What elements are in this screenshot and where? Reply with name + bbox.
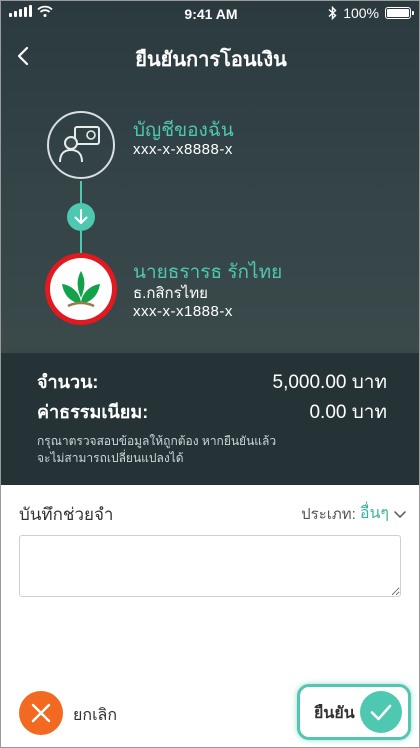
status-right: 100% <box>328 5 414 21</box>
amount-label: จำนวน: <box>37 372 99 392</box>
status-bar: 9:41 AM 100% <box>1 1 419 27</box>
fee-row: ค่าธรรมเนียม: 0.00 บาท <box>37 397 387 426</box>
account-card-icon <box>47 111 115 179</box>
connector-line-top <box>80 181 82 203</box>
note-line-2: จะไม่สามารถเปลี่ยนแปลงได้ <box>37 451 184 465</box>
warning-note: กรุณาตรวจสอบข้อมูลให้ถูกต้อง หากยืนยันแล… <box>37 433 397 467</box>
bluetooth-icon <box>328 6 337 20</box>
confirm-button[interactable]: ยืนยัน <box>297 684 411 740</box>
memo-label: บันทึกช่วยจำ <box>19 505 114 524</box>
confirm-label: ยืนยัน <box>314 705 355 722</box>
check-circle <box>360 691 402 733</box>
chevron-down-icon <box>394 510 406 518</box>
battery-percent: 100% <box>343 5 379 21</box>
amount-value: 5,000.00 บาท <box>272 372 388 393</box>
note-line-1: กรุณาตรวจสอบข้อมูลให้ถูกต้อง หากยืนยันแล… <box>37 434 277 448</box>
cancel-button[interactable] <box>19 691 63 735</box>
memo-type-select[interactable]: ประเภท: อื่นๆ <box>301 501 407 526</box>
close-icon <box>31 703 51 723</box>
arrow-down-icon <box>67 203 95 231</box>
amount-row: จำนวน: 5,000.00 บาท <box>37 367 387 396</box>
memo-type-value: อื่นๆ <box>359 505 389 522</box>
memo-input[interactable] <box>19 535 401 597</box>
page-title: ยืนยันการโอนเงิน <box>135 49 287 71</box>
kbank-logo <box>45 253 117 325</box>
check-icon <box>370 704 392 721</box>
to-account-number: xxx-x-x1888-x <box>133 303 233 320</box>
screen: 9:41 AM 100% ยืนยันการโอนเงิน บัญชีของฉั… <box>0 0 420 748</box>
fee-label: ค่าธรรมเนียม: <box>37 402 149 422</box>
fee-value: 0.00 บาท <box>309 402 387 423</box>
cancel-label[interactable]: ยกเลิก <box>73 703 117 728</box>
to-bank-name: ธ.กสิกรไทย <box>133 285 208 302</box>
connector-line-bottom <box>80 231 82 253</box>
battery-icon <box>385 7 414 19</box>
memo-type-label: ประเภท: <box>301 505 356 523</box>
from-account-number: xxx-x-x8888-x <box>133 141 233 158</box>
